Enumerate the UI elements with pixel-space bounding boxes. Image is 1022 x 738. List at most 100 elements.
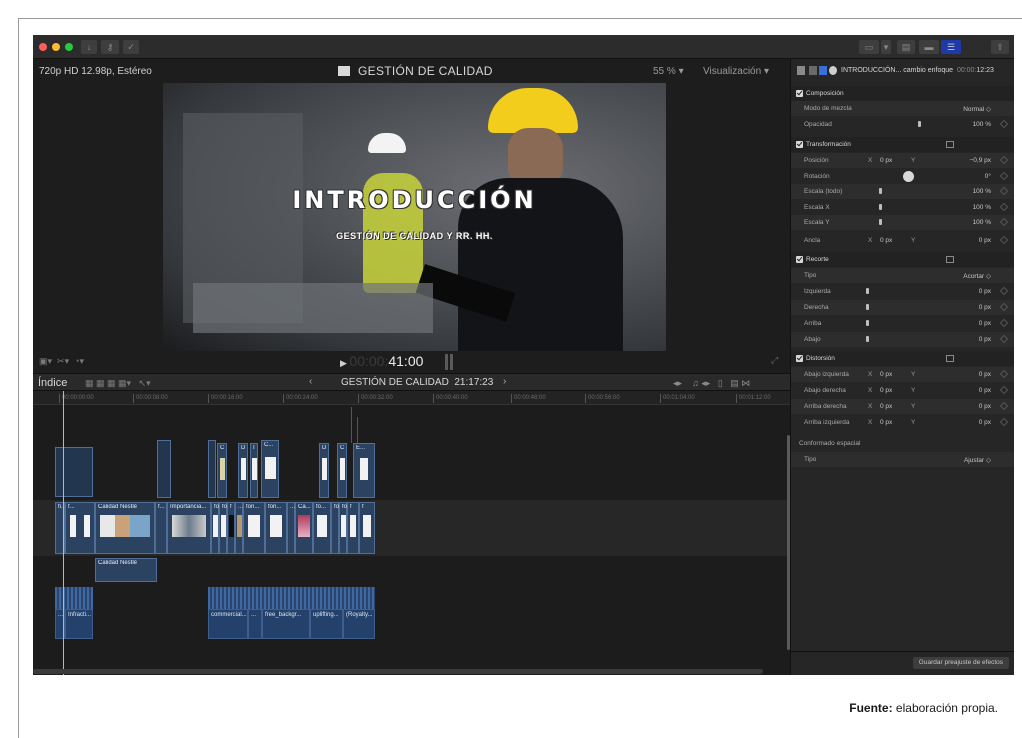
connected-clip-lower[interactable]: Calidad Nestlé — [95, 558, 157, 582]
audio-clip[interactable]: Infracti... — [65, 609, 93, 639]
checkbox[interactable] — [796, 141, 803, 148]
row-value[interactable]: 100 % — [973, 121, 991, 128]
distort-onscreen-icon[interactable] — [946, 355, 954, 362]
storyline-clip[interactable]: Calidad Nestlé — [95, 502, 155, 554]
play-icon[interactable]: ▶ — [340, 358, 349, 368]
maximize-dot[interactable] — [65, 43, 73, 51]
x-value[interactable]: 0 px — [880, 237, 892, 244]
conform-type-select[interactable]: Ajustar ◇ — [964, 456, 991, 464]
connected-clip[interactable] — [157, 440, 171, 498]
video-tab-icon[interactable] — [797, 66, 805, 75]
view-menu[interactable]: Visualización ▾ — [703, 66, 769, 77]
playhead[interactable] — [63, 391, 64, 675]
rotation-dial-icon[interactable] — [903, 171, 914, 182]
row-value[interactable]: 100 % — [973, 188, 991, 195]
check-icon[interactable]: ✓ — [123, 40, 139, 54]
keyframe-icon[interactable] — [999, 119, 1009, 129]
timecode-display[interactable]: ▶ 00:00:41:00 — [340, 353, 423, 369]
row-abajo-derecha[interactable]: Abajo derecha X 0 px Y 0 px — [791, 383, 1014, 398]
index-button[interactable]: Índice — [38, 377, 67, 389]
x-value[interactable]: 0 px — [880, 387, 892, 394]
x-value[interactable]: 0 px — [880, 419, 892, 426]
chevron-down-icon[interactable]: ▾ — [881, 40, 891, 54]
save-effects-preset-button[interactable]: Guardar preajuste de efectos — [912, 657, 1009, 669]
row-posicion[interactable]: Posición X 0 px Y −0,9 px — [791, 153, 1014, 168]
storyline-clip[interactable]: ... — [235, 502, 243, 554]
crop-top-slider[interactable] — [866, 320, 869, 326]
storyline-clip[interactable]: fo — [219, 502, 227, 554]
storyline-clip[interactable]: fo — [211, 502, 219, 554]
scale-slider[interactable] — [879, 188, 882, 194]
connected-clip[interactable] — [208, 440, 216, 498]
row-arriba-izquierda[interactable]: Arriba izquierda X 0 px Y 0 px — [791, 415, 1014, 430]
keyframe-icon[interactable] — [999, 202, 1009, 212]
keyframe-icon[interactable] — [999, 401, 1009, 411]
connected-clip[interactable] — [55, 447, 93, 497]
keyframe-icon[interactable] — [999, 235, 1009, 245]
storyline-clip[interactable]: f — [347, 502, 359, 554]
layout-timeline-icon[interactable]: ▬ — [919, 40, 939, 54]
timeline-scrollbar-horizontal[interactable] — [33, 669, 763, 674]
y-value[interactable]: −0,9 px — [969, 157, 991, 164]
view-options-icon[interactable]: ▣▾ ✂▾ ◔▾ — [39, 356, 84, 367]
crop-bottom-slider[interactable] — [866, 336, 869, 342]
storyline-clip[interactable]: f... — [65, 502, 95, 554]
audio-clip[interactable]: uplifting... — [310, 609, 343, 639]
audio-clip[interactable]: free_backgr... — [262, 609, 310, 639]
storyline-clip[interactable]: fon... — [243, 502, 265, 554]
row-izquierda[interactable]: Izquierda 0 px — [791, 284, 1014, 299]
storyline-clip[interactable]: fon... — [265, 502, 287, 554]
x-value[interactable]: 0 px — [880, 157, 892, 164]
keyframe-icon[interactable] — [999, 171, 1009, 181]
storyline-clip[interactable]: fo... — [313, 502, 331, 554]
row-value[interactable]: 0 px — [979, 336, 991, 343]
info-tab-icon[interactable] — [829, 66, 837, 75]
section-distorsion[interactable]: Distorsión — [791, 351, 1014, 366]
keyframe-icon[interactable] — [999, 186, 1009, 196]
connected-clip[interactable]: E... — [353, 443, 375, 498]
row-escala-y[interactable]: Escala Y 100 % — [791, 215, 1014, 230]
row-value[interactable]: 0 px — [979, 320, 991, 327]
storyline-clip[interactable]: ... — [287, 502, 295, 554]
section-composicion[interactable]: Composición — [791, 86, 1014, 101]
keyframe-icon[interactable] — [999, 385, 1009, 395]
edit-tools-icon[interactable]: ▦ ▦ ▦ ▦▾ ↖▾ — [85, 378, 151, 389]
storyline-clip[interactable]: fo — [331, 502, 339, 554]
row-rotacion[interactable]: Rotación 0° — [791, 169, 1014, 184]
crop-right-slider[interactable] — [866, 304, 869, 310]
keyframe-icon[interactable] — [999, 334, 1009, 344]
storyline-clip[interactable]: f — [359, 502, 375, 554]
transform-onscreen-icon[interactable] — [946, 141, 954, 148]
key-icon[interactable]: ⚷ — [101, 40, 119, 54]
checkbox[interactable] — [796, 90, 803, 97]
storyline-clip[interactable]: f — [227, 502, 235, 554]
keyframe-icon[interactable] — [999, 217, 1009, 227]
row-arriba-derecha[interactable]: Arriba derecha X 0 px Y 0 px — [791, 399, 1014, 414]
scale-x-slider[interactable] — [879, 204, 882, 210]
row-escala-x[interactable]: Escala X 100 % — [791, 200, 1014, 215]
connected-clip[interactable]: I — [250, 443, 258, 498]
zoom-menu[interactable]: 55 % ▾ — [653, 66, 684, 77]
blend-mode-select[interactable]: Normal ◇ — [963, 105, 991, 113]
y-value[interactable]: 0 px — [979, 403, 991, 410]
row-arriba[interactable]: Arriba 0 px — [791, 316, 1014, 331]
storyline-clip[interactable]: fo — [339, 502, 347, 554]
row-value[interactable]: 0 px — [979, 288, 991, 295]
connected-clip[interactable]: C... — [261, 440, 279, 498]
minimize-dot[interactable] — [52, 43, 60, 51]
scale-y-slider[interactable] — [879, 219, 882, 225]
y-value[interactable]: 0 px — [979, 371, 991, 378]
keyframe-icon[interactable] — [999, 155, 1009, 165]
storyline-clip[interactable]: Importancia... — [167, 502, 211, 554]
download-icon[interactable]: ↓ — [81, 40, 97, 54]
storyline-clip[interactable]: f... — [155, 502, 167, 554]
forward-arrow-icon[interactable]: › — [503, 376, 506, 387]
audio-clip[interactable]: (Royalty... — [343, 609, 375, 639]
crop-left-slider[interactable] — [866, 288, 869, 294]
row-value[interactable]: 0° — [985, 173, 991, 180]
connected-clip[interactable]: D — [319, 443, 329, 498]
keyframe-icon[interactable] — [999, 302, 1009, 312]
checkbox[interactable] — [796, 256, 803, 263]
row-tipo-conformado[interactable]: Tipo Ajustar ◇ — [791, 452, 1014, 467]
connected-clip[interactable]: C — [337, 443, 347, 498]
